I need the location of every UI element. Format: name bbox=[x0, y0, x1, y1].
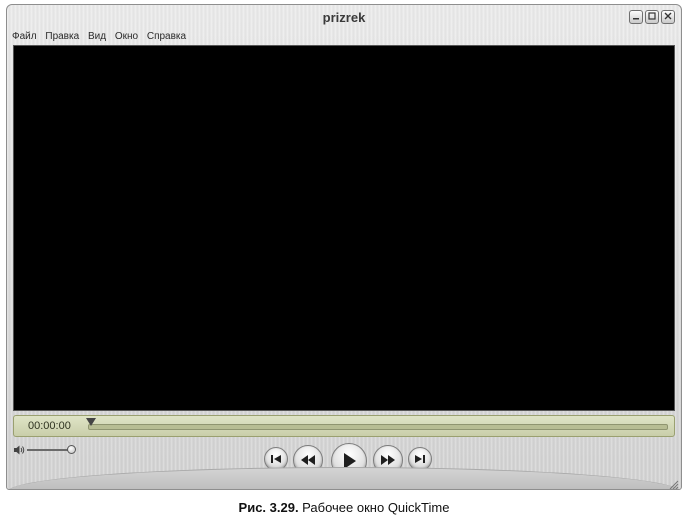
maximize-button[interactable] bbox=[645, 10, 659, 24]
volume-slider-knob[interactable] bbox=[67, 445, 76, 454]
menu-item-help[interactable]: Справка bbox=[147, 31, 186, 42]
playhead-handle[interactable] bbox=[86, 418, 96, 426]
menu-item-window[interactable]: Окно bbox=[115, 31, 138, 42]
timeline-bar: 00:00:00 bbox=[13, 415, 675, 437]
close-icon bbox=[664, 12, 672, 23]
maximize-icon bbox=[648, 11, 656, 23]
quicktime-window: prizrek Файл Правка Вид Окно Справка 00:… bbox=[6, 4, 682, 490]
close-button[interactable] bbox=[661, 10, 675, 24]
menu-item-edit[interactable]: Правка bbox=[45, 31, 79, 42]
caption-text: Рабочее окно QuickTime bbox=[298, 500, 450, 515]
minimize-icon bbox=[632, 12, 640, 23]
timecode-display: 00:00:00 bbox=[28, 420, 71, 432]
scrubber-track[interactable] bbox=[88, 424, 668, 430]
window-title: prizrek bbox=[322, 10, 366, 25]
menu-item-view[interactable]: Вид bbox=[88, 31, 106, 42]
skip-to-end-icon bbox=[414, 453, 426, 465]
resize-grip-icon[interactable] bbox=[669, 477, 679, 489]
minimize-button[interactable] bbox=[629, 10, 643, 24]
rewind-icon bbox=[300, 454, 316, 466]
skip-to-start-icon bbox=[270, 453, 282, 465]
menu-item-file[interactable]: Файл bbox=[12, 31, 37, 42]
video-display[interactable] bbox=[13, 45, 675, 411]
bottom-bezel bbox=[7, 467, 681, 489]
figure-caption: Рис. 3.29. Рабочее окно QuickTime bbox=[0, 500, 688, 515]
fast-forward-icon bbox=[380, 454, 396, 466]
menu-bar: Файл Правка Вид Окно Справка bbox=[7, 31, 681, 45]
speaker-icon bbox=[13, 444, 25, 459]
volume-control bbox=[13, 443, 93, 457]
window-controls bbox=[629, 10, 675, 24]
caption-label: Рис. 3.29. bbox=[238, 500, 299, 515]
title-bar[interactable]: prizrek bbox=[7, 5, 681, 31]
volume-slider-track[interactable] bbox=[27, 449, 71, 451]
